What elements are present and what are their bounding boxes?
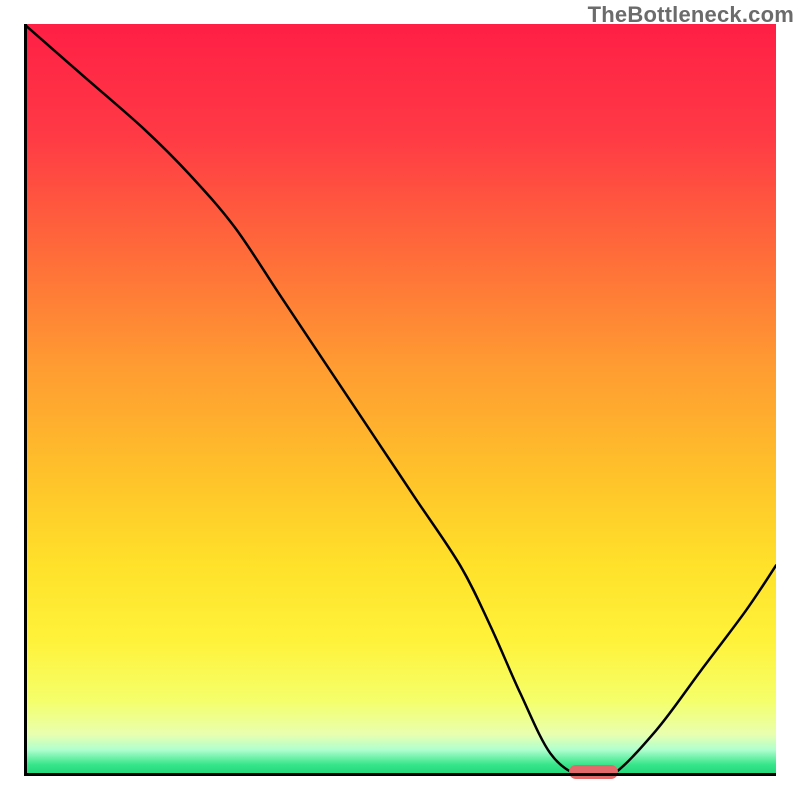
- plot-area: [24, 24, 776, 776]
- chart-container: TheBottleneck.com: [0, 0, 800, 800]
- curve-layer: [24, 24, 776, 776]
- bottleneck-curve: [24, 24, 776, 776]
- optimal-range-marker: [569, 765, 618, 779]
